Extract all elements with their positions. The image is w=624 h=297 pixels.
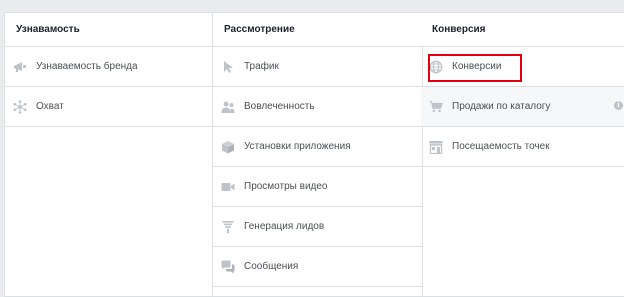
objective-catalog-sales[interactable]: Продажи по каталогу i bbox=[421, 87, 624, 127]
objective-store-visits[interactable]: Посещаемость точек bbox=[421, 127, 624, 167]
objective-label: Конверсии bbox=[452, 61, 502, 72]
objective-app-installs[interactable]: Установки приложения bbox=[213, 127, 422, 167]
objective-messages[interactable]: Сообщения bbox=[213, 247, 422, 287]
megaphone-icon bbox=[13, 60, 27, 74]
objective-traffic[interactable]: Трафик bbox=[213, 47, 422, 87]
objective-label: Посещаемость точек bbox=[452, 141, 550, 152]
column-awareness: Узнавамость Узнаваемость бренда Охват bbox=[5, 13, 212, 296]
video-camera-icon bbox=[221, 180, 235, 194]
people-icon bbox=[221, 100, 235, 114]
objective-reach[interactable]: Охват bbox=[5, 87, 212, 127]
info-icon[interactable]: i bbox=[614, 101, 623, 110]
column-consideration: Рассмотрение Трафик Вовлеченность Устано… bbox=[212, 13, 423, 296]
objective-label: Установки приложения bbox=[244, 141, 351, 152]
objective-conversions[interactable]: Конверсии bbox=[421, 47, 624, 87]
column-conversion: Конверсия Конверсии Продажи по каталогу … bbox=[421, 13, 624, 296]
campaign-objective-panel: Узнавамость Узнаваемость бренда Охват Ра… bbox=[4, 12, 624, 297]
funnel-icon bbox=[221, 220, 235, 234]
globe-icon bbox=[429, 60, 443, 74]
objective-label: Трафик bbox=[244, 61, 279, 72]
objective-video-views[interactable]: Просмотры видео bbox=[213, 167, 422, 207]
objective-label: Сообщения bbox=[244, 261, 299, 272]
objective-label: Вовлеченность bbox=[244, 101, 315, 112]
objective-label: Просмотры видео bbox=[244, 181, 328, 192]
cube-icon bbox=[221, 140, 235, 154]
objective-engagement[interactable]: Вовлеченность bbox=[213, 87, 422, 127]
snowflake-icon bbox=[13, 99, 27, 114]
objective-label: Продажи по каталогу bbox=[452, 101, 551, 112]
objective-label: Охват bbox=[36, 101, 64, 112]
column-header-consideration: Рассмотрение bbox=[213, 13, 422, 47]
shopping-cart-icon bbox=[429, 100, 443, 114]
column-header-conversion: Конверсия bbox=[421, 13, 624, 47]
objective-brand-awareness[interactable]: Узнаваемость бренда bbox=[5, 47, 212, 87]
objective-label: Генерация лидов bbox=[244, 221, 325, 232]
store-icon bbox=[429, 140, 443, 154]
chat-bubbles-icon bbox=[221, 260, 235, 274]
objective-label: Узнаваемость бренда bbox=[36, 61, 138, 72]
column-header-awareness: Узнавамость bbox=[5, 13, 212, 47]
objective-lead-generation[interactable]: Генерация лидов bbox=[213, 207, 422, 247]
cursor-icon bbox=[221, 60, 235, 74]
